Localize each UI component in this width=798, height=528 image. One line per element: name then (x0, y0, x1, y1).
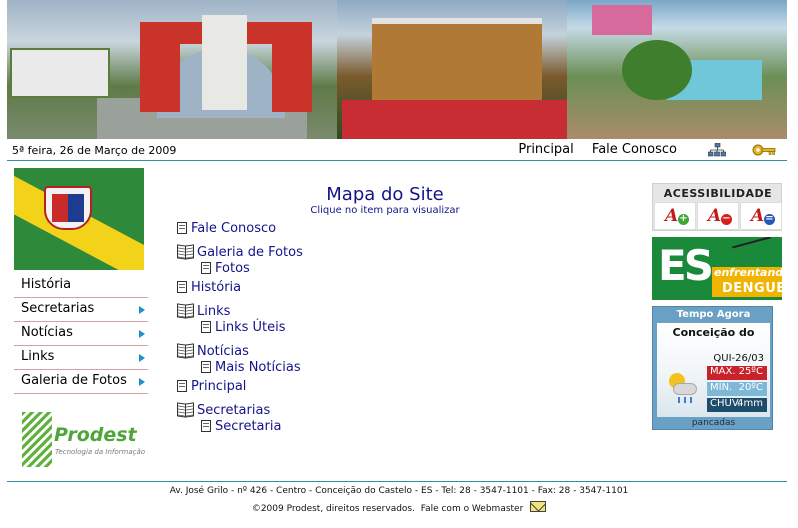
weather-panel: Conceição do QUI-26/03 MÁX. 25ºC MÍN. 20ºC… (657, 323, 770, 417)
document-icon (201, 321, 211, 333)
footer-address: Av. José Grilo - nº 426 - Centro - Conce… (169, 486, 629, 496)
equals-icon: = (764, 213, 775, 225)
weather-max: MÁX. 25ºC (707, 366, 767, 380)
arrow-right-icon (139, 330, 145, 338)
nav-fale-conosco[interactable]: Fale Conosco (592, 142, 677, 157)
book-icon (177, 344, 193, 357)
municipal-flag (14, 168, 144, 270)
sitemap-subitem-fotos[interactable]: Fotos (177, 261, 303, 277)
sun-cloud-rain-icon (665, 373, 699, 405)
document-icon (177, 380, 187, 392)
accessibility-panel: ACESSIBILIDADE + A − A = A (652, 183, 782, 231)
arrow-right-icon (139, 354, 145, 362)
minus-icon: − (721, 213, 732, 225)
weather-date: QUI-26/03 (713, 353, 764, 364)
prodest-stripes-icon (22, 412, 52, 467)
sitemap-item-secretarias[interactable]: Secretarias (177, 403, 303, 419)
book-icon (177, 245, 193, 258)
footer-copyright: ©2009 Prodest, direitos reservados. (251, 504, 415, 514)
plus-icon: + (678, 213, 689, 225)
weather-city: Conceição do (672, 326, 755, 339)
footer-copyright-line: ©2009 Prodest, direitos reservados. Fale… (0, 501, 798, 514)
sitemap-item-noticias[interactable]: Notícias (177, 344, 303, 360)
weather-rain: CHUV. 4mm (707, 398, 767, 412)
weather-min: MÍN. 20ºC (707, 382, 767, 396)
key-icon[interactable] (752, 143, 776, 157)
sitemap-subitem-links-uteis[interactable]: Links Úteis (177, 320, 303, 336)
book-icon (177, 304, 193, 317)
sitemap-item-historia[interactable]: História (177, 280, 303, 296)
font-reset-button[interactable]: = A (740, 202, 782, 230)
sitemap-icon[interactable] (708, 143, 726, 157)
left-menu-item-noticias[interactable]: Notícias (14, 322, 148, 346)
sitemap-subitem-secretaria[interactable]: Secretaria (177, 419, 303, 435)
agroturismo-sign (10, 48, 110, 98)
banner-photo-gate (7, 0, 337, 139)
document-icon (201, 262, 211, 274)
dengue-campaign-banner[interactable]: ES enfrentando DENGUE (652, 237, 782, 300)
arrow-right-icon (139, 378, 145, 386)
left-menu-item-galeria[interactable]: Galeria de Fotos (14, 370, 148, 394)
nav-principal[interactable]: Principal (518, 142, 573, 157)
date-bar: 5ª feira, 26 de Março de 2009 Principal … (7, 139, 787, 161)
document-icon (201, 361, 211, 373)
book-icon (177, 403, 193, 416)
mosquito-icon (732, 237, 776, 266)
sitemap-subitem-mais-noticias[interactable]: Mais Notícias (177, 360, 303, 376)
coat-of-arms-icon (44, 186, 92, 230)
font-decrease-button[interactable]: − A (697, 202, 739, 230)
weather-condition: pancadas (691, 418, 736, 428)
left-menu-item-historia[interactable]: História (14, 274, 148, 298)
envelope-icon[interactable] (530, 501, 547, 512)
left-menu: História Secretarias Notícias Links Gale… (14, 274, 148, 394)
document-icon (177, 281, 187, 293)
arrow-right-icon (139, 306, 145, 314)
webmaster-link[interactable]: Fale com o Webmaster (421, 504, 524, 514)
current-date: 5ª feira, 26 de Março de 2009 (12, 144, 177, 157)
sitemap-item-fale-conosco[interactable]: Fale Conosco (177, 221, 303, 237)
left-menu-item-secretarias[interactable]: Secretarias (14, 298, 148, 322)
document-icon (201, 420, 211, 432)
footer-divider (7, 481, 787, 482)
font-increase-button[interactable]: + A (654, 202, 696, 230)
page-subtitle: Clique no item para visualizar (310, 205, 460, 216)
document-icon (177, 222, 187, 234)
top-nav: Principal Fale Conosco (504, 142, 677, 157)
header-banner (7, 0, 787, 139)
sitemap-item-principal[interactable]: Principal (177, 379, 303, 395)
accessibility-title: ACESSIBILIDADE (663, 187, 773, 200)
page-title: Mapa do Site (326, 184, 444, 205)
weather-title: Tempo Agora (676, 309, 751, 320)
sitemap-tree: Fale Conosco Galeria de Fotos Fotos Hist… (177, 221, 303, 435)
prodest-logo[interactable]: Prodest Tecnologia da Informação (22, 406, 147, 467)
left-menu-item-links[interactable]: Links (14, 346, 148, 370)
sitemap-item-links[interactable]: Links (177, 304, 303, 320)
weather-widget[interactable]: Tempo Agora Conceição do QUI-26/03 MÁX. 2… (652, 306, 773, 430)
sitemap-item-galeria[interactable]: Galeria de Fotos (177, 245, 303, 261)
